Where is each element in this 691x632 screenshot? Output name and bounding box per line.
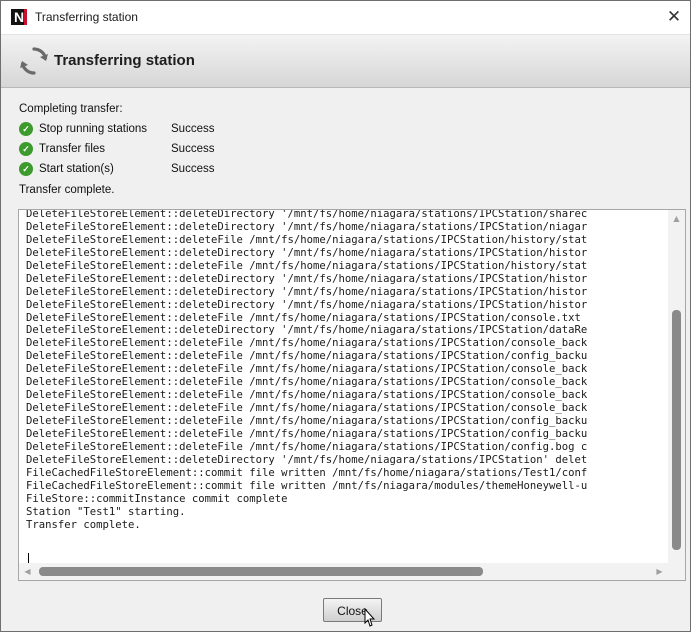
success-check-icon: ✓	[19, 142, 33, 156]
log-text-area[interactable]: DeleteFileStoreElement::deleteDirectory …	[26, 209, 666, 560]
vertical-scrollbar[interactable]: ▲	[668, 210, 685, 563]
log-line: FileCachedFileStoreElement::commit file …	[26, 479, 588, 492]
success-check-icon: ✓	[19, 122, 33, 136]
log-line: DeleteFileStoreElement::deleteFile /mnt/…	[26, 311, 581, 324]
dialog-header: Transferring station	[1, 35, 690, 88]
mouse-pointer-icon	[364, 608, 376, 627]
horizontal-scroll-thumb[interactable]	[39, 567, 483, 576]
step-status: Success	[171, 163, 215, 175]
log-line: FileStore::commitInstance commit complet…	[26, 492, 288, 505]
horizontal-scrollbar[interactable]: ◀ ▶	[19, 563, 685, 580]
window-title: Transferring station	[35, 10, 138, 24]
step-status: Success	[171, 143, 215, 155]
close-icon[interactable]: ✕	[664, 7, 684, 27]
log-line: DeleteFileStoreElement::deleteFile /mnt/…	[26, 415, 588, 427]
log-line: DeleteFileStoreElement::deleteFile /mnt/…	[26, 427, 588, 440]
dialog-title: Transferring station	[54, 52, 195, 69]
transfer-dialog: N Transferring station ✕ Transferring st…	[0, 0, 691, 632]
scroll-up-arrow-icon[interactable]: ▲	[668, 210, 685, 227]
transfer-log[interactable]: DeleteFileStoreElement::deleteDirectory …	[18, 209, 686, 581]
log-line: DeleteFileStoreElement::deleteDirectory …	[26, 220, 588, 233]
log-line: DeleteFileStoreElement::deleteDirectory …	[26, 246, 588, 259]
log-line: DeleteFileStoreElement::deleteFile /mnt/…	[26, 233, 588, 246]
log-line: DeleteFileStoreElement::deleteDirectory …	[26, 298, 588, 311]
success-check-icon: ✓	[19, 162, 33, 176]
log-line: DeleteFileStoreElement::deleteFile /mnt/…	[26, 402, 588, 415]
transfer-complete-label: Transfer complete.	[19, 184, 115, 196]
step-transfer-files: ✓ Transfer files Success	[19, 139, 214, 159]
step-start-stations: ✓ Start station(s) Success	[19, 159, 214, 179]
progress-summary: Completing transfer: ✓ Stop running stat…	[19, 99, 214, 200]
log-line: DeleteFileStoreElement::deleteDirectory …	[26, 272, 588, 285]
log-line: DeleteFileStoreElement::deleteDirectory …	[26, 324, 588, 337]
log-line: FileCachedFileStoreElement::commit file …	[26, 466, 588, 479]
log-line: DeleteFileStoreElement::deleteFile /mnt/…	[26, 363, 588, 376]
log-line: Transfer complete.	[26, 518, 141, 531]
step-label: Stop running stations	[39, 123, 148, 135]
title-bar[interactable]: N Transferring station ✕	[1, 1, 690, 35]
log-line: DeleteFileStoreElement::deleteFile /mnt/…	[26, 350, 588, 363]
log-line: DeleteFileStoreElement::deleteFile /mnt/…	[26, 337, 588, 350]
step-label: Transfer files	[39, 143, 106, 155]
niagara-n-icon: N	[11, 9, 27, 25]
scroll-left-arrow-icon[interactable]: ◀	[19, 563, 36, 580]
scroll-right-arrow-icon[interactable]: ▶	[651, 563, 668, 580]
log-line: DeleteFileStoreElement::deleteFile /mnt/…	[26, 389, 588, 402]
step-status: Success	[171, 123, 215, 135]
log-line: DeleteFileStoreElement::deleteFile /mnt/…	[26, 376, 588, 389]
log-line: DeleteFileStoreElement::deleteFile /mnt/…	[26, 259, 588, 272]
log-line: DeleteFileStoreElement::deleteFile /mnt/…	[26, 440, 588, 453]
vertical-scroll-thumb[interactable]	[672, 310, 681, 550]
step-label: Start station(s)	[39, 163, 114, 175]
completing-label: Completing transfer:	[19, 103, 123, 115]
log-line: Station "Test1" starting.	[26, 505, 186, 518]
log-line: DeleteFileStoreElement::deleteDirectory …	[26, 453, 588, 466]
log-line: DeleteFileStoreElement::deleteDirectory …	[26, 285, 588, 298]
log-line: DeleteFileStoreElement::deleteDirectory …	[26, 209, 588, 220]
refresh-icon	[20, 47, 48, 75]
step-stop-running-stations: ✓ Stop running stations Success	[19, 119, 214, 139]
